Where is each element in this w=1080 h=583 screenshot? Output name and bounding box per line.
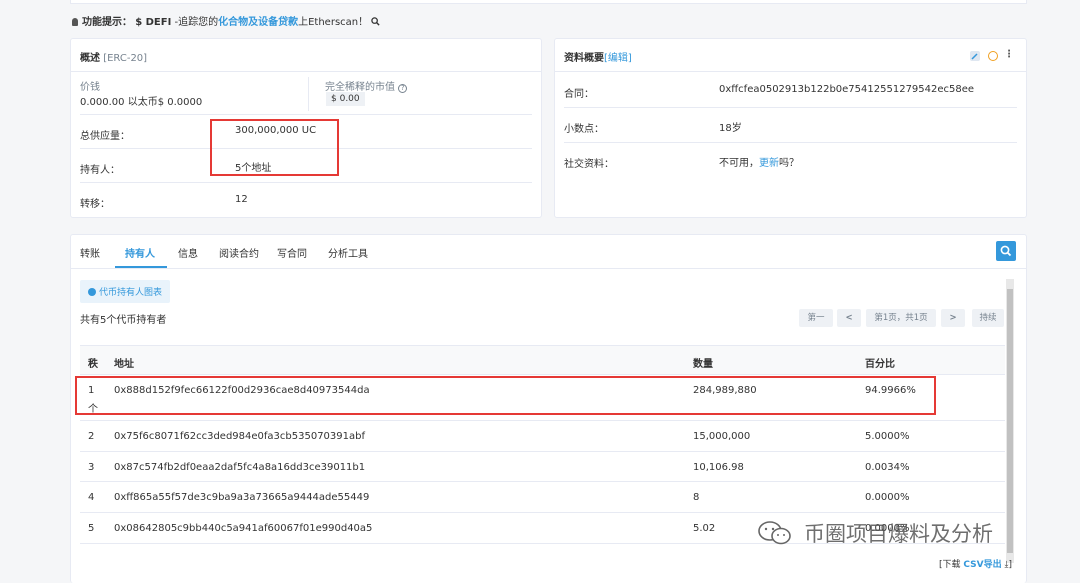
tab-read-contract[interactable]: 阅读合约 [219, 245, 259, 260]
update-link[interactable]: 更新 [759, 158, 779, 169]
csv-export-link[interactable]: CSV导出 [963, 560, 1001, 570]
highlight-box-supply [210, 119, 339, 176]
social-row: 社交资料： 不可用，更新吗？ [564, 143, 1017, 179]
profile-header: 资料概要[编辑] ⋮ [555, 39, 1026, 72]
profile-card: 资料概要[编辑] ⋮ 合同： 0xffcfea0502913b122b0e754… [554, 38, 1027, 218]
contract-label: 合同： [564, 89, 594, 100]
tip-defi: $ DEFI [135, 17, 172, 28]
tab-transfers[interactable]: 转账 [80, 245, 100, 260]
supply-label: 总供应量： [80, 131, 130, 142]
social-value: 不可用，更新吗？ [719, 158, 799, 169]
active-tab-underline [115, 266, 167, 268]
contract-link[interactable]: 0xffcfea0502913b122b0e75412551279542ec58… [719, 84, 974, 95]
price-row: 价钱 0.000.00 以太币$ 0.0000 完全稀释的市值 ? $ 0.00 [80, 73, 532, 115]
holder-address-link[interactable]: 0x87c574fb2df0eaa2daf5fc4a8a16dd3ce39011… [114, 462, 365, 473]
holder-chart-button[interactable]: 代币持有人图表 [80, 280, 171, 303]
tip-prefix: 功能提示： [82, 17, 132, 28]
edit-link[interactable]: [编辑] [604, 53, 632, 64]
tip-post: 上Etherscan！ [298, 17, 369, 28]
quantity: 8 [693, 492, 700, 503]
contract-row: 合同： 0xffcfea0502913b122b0e75412551279542… [564, 73, 1017, 108]
download-csv: [下载 CSV导出 ⤓] [939, 560, 1012, 570]
overview-title: 概述 [80, 53, 100, 64]
pie-chart-icon [88, 288, 96, 296]
mcap-label: 完全稀释的市值 ? [325, 78, 408, 93]
rank: 5 [88, 523, 95, 534]
decimals-label: 小数点： [564, 124, 604, 135]
holders-summary: 共有5个代币持有者 [80, 315, 167, 326]
overview-subtitle: [ERC-20] [103, 53, 148, 64]
rank: 2 [88, 431, 95, 442]
table-scrollbar[interactable] [1006, 279, 1014, 563]
quantity: 10,106.98 [693, 462, 744, 473]
percentage: 5.0000% [865, 431, 910, 442]
tab-holders[interactable]: 持有人 [125, 245, 155, 260]
tab-analytics[interactable]: 分析工具 [328, 245, 368, 260]
watermark-text: 币圈项目爆料及分析 [804, 522, 993, 546]
percentage: 0.0000% [865, 492, 910, 503]
table-header: 秩 地址 数量 百分比 [80, 345, 1005, 375]
holder-address-link[interactable]: 0xff865a55f57de3c9ba9a3a73665a9444ade554… [114, 492, 369, 503]
holder-address-link[interactable]: 0x08642805c9bb440c5a941af60067f01e990d40… [114, 523, 372, 534]
tab-info[interactable]: 信息 [178, 245, 198, 260]
tip-pre: -追踪您的 [171, 17, 219, 28]
rank: 3 [88, 462, 95, 473]
first-page-button[interactable]: 第一 [799, 309, 833, 327]
search-icon[interactable] [371, 17, 380, 26]
transfers-row: 转移： 12 [80, 183, 532, 217]
circle-icon[interactable] [988, 51, 998, 61]
transfers-value: 12 [235, 194, 248, 205]
scrollbar-thumb[interactable] [1007, 289, 1013, 553]
more-icon[interactable]: ⋮ [1004, 49, 1014, 60]
decimals-value: 18岁 [719, 123, 742, 134]
lightbulb-icon [72, 18, 78, 26]
holder-address-link[interactable]: 0x75f6c8071f62cc3ded984e0fa3cb535070391a… [114, 431, 365, 442]
table-row: 4 0xff865a55f57de3c9ba9a3a73665a9444ade5… [80, 482, 1005, 513]
social-label: 社交资料： [564, 159, 614, 170]
quantity: 15,000,000 [693, 431, 751, 442]
highlight-box-top-holder [75, 376, 936, 415]
last-page-button[interactable]: 持续 [972, 309, 1004, 327]
quantity: 5.02 [693, 523, 716, 534]
price-divider [308, 77, 309, 111]
percentage: 0.0034% [865, 462, 910, 473]
prev-page-button[interactable]: < [837, 309, 861, 327]
col-quantity: 数量 [693, 359, 713, 370]
decimals-row: 小数点： 18岁 [564, 108, 1017, 143]
page-indicator: 第1页，共1页 [866, 309, 936, 327]
next-page-button[interactable]: > [941, 309, 965, 327]
table-row: 2 0x75f6c8071f62cc3ded984e0fa3cb53507039… [80, 421, 1005, 452]
search-icon [1000, 245, 1012, 257]
col-rank: 秩 [88, 359, 98, 370]
holders-label: 持有人： [80, 165, 120, 176]
tip-link[interactable]: 化合物及设备贷款 [218, 17, 298, 28]
top-bar-edge [70, 0, 1027, 4]
feature-tip: 功能提示： $ DEFI -追踪您的化合物及设备贷款上Etherscan！ [72, 13, 380, 28]
help-icon[interactable]: ? [398, 84, 408, 93]
download-icon[interactable]: ⤓ [1005, 560, 1009, 570]
wand-icon[interactable] [970, 51, 980, 61]
profile-title: 资料概要 [564, 53, 604, 64]
overview-header: 概述 [ERC-20] [71, 39, 541, 72]
col-address: 地址 [114, 359, 134, 370]
tab-write-contract[interactable]: 写合同 [277, 245, 307, 260]
transfers-label: 转移： [80, 199, 110, 210]
wechat-logo-icon [758, 521, 791, 545]
price-value: 0.000.00 以太币$ 0.0000 [80, 97, 203, 108]
rank: 4 [88, 492, 95, 503]
mcap-value: $ 0.00 [326, 92, 365, 106]
price-label: 价钱 [80, 82, 100, 93]
search-button[interactable] [996, 241, 1016, 261]
table-row: 3 0x87c574fb2df0eaa2daf5fc4a8a16dd3ce390… [80, 452, 1005, 482]
tab-bar: 转账 持有人 信息 阅读合约 写合同 分析工具 [71, 235, 1026, 269]
col-percentage: 百分比 [865, 359, 895, 370]
